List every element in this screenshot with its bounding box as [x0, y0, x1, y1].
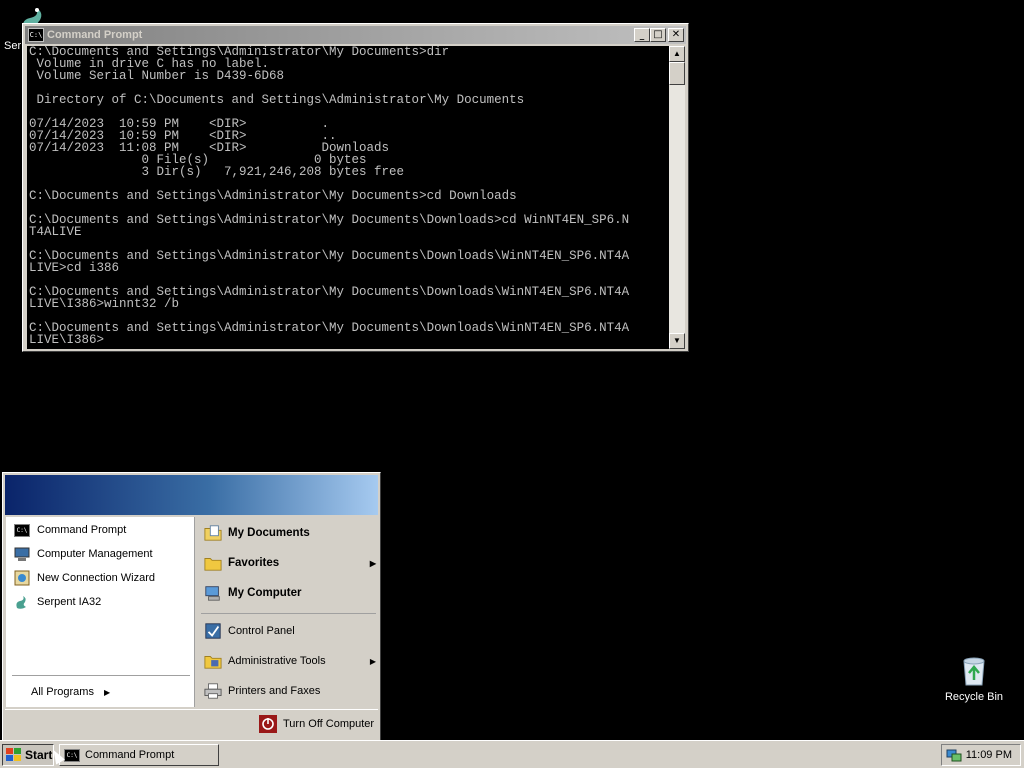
console-line: LIVE\I386>	[29, 333, 105, 347]
desktop-icon-label: Recycle Bin	[944, 691, 1004, 703]
minimize-button[interactable]: _	[634, 28, 650, 42]
start-menu: C:\ Command Prompt Computer Management N…	[2, 472, 381, 742]
start-item-my-computer[interactable]: My Computer	[204, 581, 380, 605]
console-line: Volume Serial Number is D439-6D68	[29, 69, 285, 83]
vertical-scrollbar[interactable]: ▲ ▼	[669, 46, 685, 349]
console-line: C:\Documents and Settings\Administrator\…	[29, 321, 630, 335]
start-item-label: My Computer	[228, 587, 302, 599]
close-button[interactable]: ✕	[668, 28, 684, 42]
console-line: LIVE>cd i386	[29, 261, 120, 275]
desktop-icon-label: Ser	[4, 40, 22, 52]
window-title: Command Prompt	[47, 29, 143, 41]
printer-icon	[204, 683, 222, 699]
console-line: C:\Documents and Settings\Administrator\…	[29, 213, 630, 227]
start-item-label: Serpent IA32	[37, 596, 102, 608]
start-item-label: Printers and Faxes	[228, 685, 321, 697]
start-item-favorites[interactable]: Favorites ▶	[204, 551, 380, 575]
console-line: T4ALIVE	[29, 225, 82, 239]
all-programs-button[interactable]: All Programs ▶	[31, 681, 191, 703]
turn-off-computer-button[interactable]: Turn Off Computer	[259, 713, 374, 735]
my-documents-icon	[204, 525, 222, 541]
my-computer-icon	[204, 585, 222, 601]
start-menu-pinned-panel: C:\ Command Prompt Computer Management N…	[6, 517, 195, 707]
scroll-up-button[interactable]: ▲	[669, 46, 685, 62]
computer-management-icon	[13, 546, 31, 562]
start-item-administrative-tools[interactable]: Administrative Tools ▶	[204, 649, 380, 673]
start-item-label: Control Panel	[228, 625, 295, 637]
maximize-button[interactable]: □	[650, 28, 666, 42]
start-item-computer-management[interactable]: Computer Management	[13, 543, 153, 565]
administrative-tools-icon	[204, 653, 222, 669]
window-titlebar[interactable]: C:\ Command Prompt _ □ ✕	[25, 26, 686, 44]
all-programs-label: All Programs	[31, 686, 94, 698]
command-prompt-icon: C:\	[64, 748, 80, 762]
recycle-bin-icon	[963, 657, 985, 686]
start-item-serpent-ia32[interactable]: Serpent IA32	[13, 591, 101, 613]
clock[interactable]: 11:09 PM	[966, 749, 1012, 761]
start-item-printers-and-faxes[interactable]: Printers and Faxes	[204, 679, 380, 703]
console-line: C:\Documents and Settings\Administrator\…	[29, 249, 630, 263]
taskbar-button-label: Command Prompt	[85, 749, 175, 761]
console-line: C:\Documents and Settings\Administrator\…	[29, 189, 517, 203]
start-menu-places-panel: My Documents Favorites ▶ My Computer Con…	[197, 517, 378, 707]
arrow-right-icon: ▶	[369, 558, 376, 568]
console-line: LIVE\I386>winnt32 /b	[29, 297, 180, 311]
start-menu-banner	[5, 475, 378, 515]
start-label: Start	[25, 748, 53, 762]
serpent-icon	[13, 594, 31, 610]
start-item-label: Favorites	[228, 557, 280, 569]
scroll-down-button[interactable]: ▼	[669, 333, 685, 349]
turn-off-label: Turn Off Computer	[283, 718, 375, 730]
start-menu-separator	[12, 675, 190, 676]
start-item-command-prompt[interactable]: C:\ Command Prompt	[13, 519, 126, 541]
taskbar-button-command-prompt[interactable]: C:\ Command Prompt	[59, 744, 219, 766]
start-menu-separator	[201, 613, 376, 614]
power-icon	[259, 715, 277, 733]
command-prompt-window[interactable]: C:\ Command Prompt _ □ ✕ C:\Documents an…	[22, 23, 689, 352]
control-panel-icon	[204, 623, 222, 639]
scroll-thumb[interactable]	[669, 62, 685, 85]
start-item-new-connection-wizard[interactable]: New Connection Wizard	[13, 567, 155, 589]
taskbar: Start C:\ Command Prompt 11:09 PM	[0, 740, 1024, 768]
system-tray: 11:09 PM	[941, 744, 1021, 766]
windows-logo-icon	[6, 748, 21, 761]
arrow-right-icon: ▶	[103, 687, 111, 697]
favorites-folder-icon	[204, 555, 222, 571]
start-item-label: Command Prompt	[37, 524, 127, 536]
start-item-label: New Connection Wizard	[37, 572, 155, 584]
start-item-control-panel[interactable]: Control Panel	[204, 619, 380, 643]
desktop-icon-recycle-bin[interactable]: Recycle Bin	[940, 655, 1008, 703]
network-icon[interactable]	[946, 747, 962, 763]
start-item-label: Administrative Tools	[228, 655, 326, 667]
command-prompt-icon: C:\	[28, 28, 44, 42]
start-menu-footer: Turn Off Computer	[5, 709, 378, 739]
start-button[interactable]: Start	[2, 744, 54, 766]
arrow-right-icon: ▶	[369, 656, 376, 666]
console-line: 3 Dir(s) 7,921,246,208 bytes free	[29, 165, 405, 179]
connection-wizard-icon	[13, 570, 31, 586]
start-item-my-documents[interactable]: My Documents	[204, 521, 380, 545]
console-line: Directory of C:\Documents and Settings\A…	[29, 93, 525, 107]
command-prompt-icon: C:\	[13, 522, 31, 538]
start-item-label: My Documents	[228, 527, 310, 539]
start-item-label: Computer Management	[37, 548, 153, 560]
console-output[interactable]: C:\Documents and Settings\Administrator\…	[27, 46, 669, 349]
